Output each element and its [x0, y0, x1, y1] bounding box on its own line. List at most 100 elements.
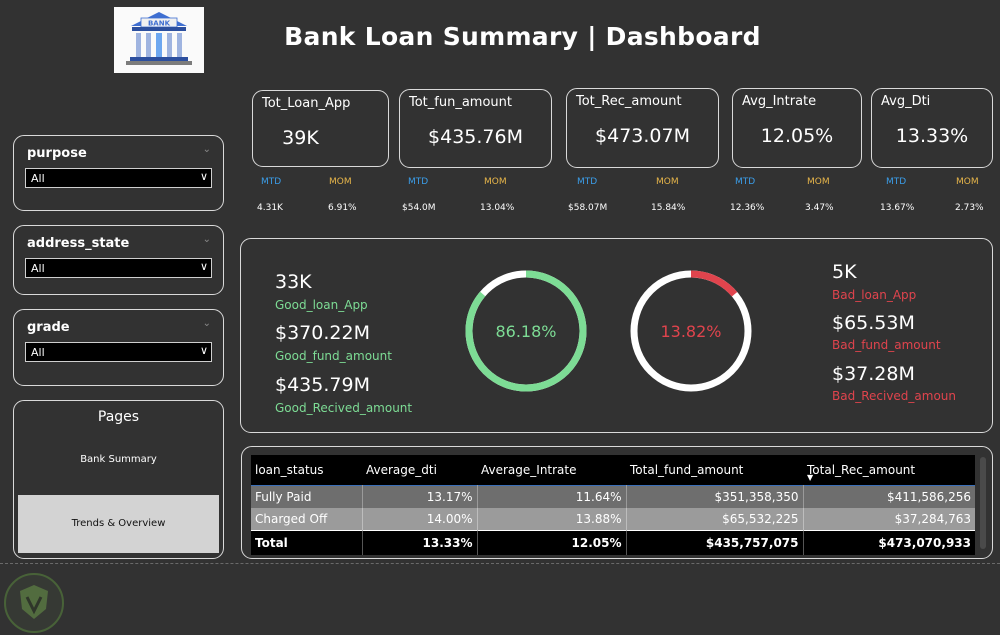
mom-value: 2.73%	[955, 203, 984, 213]
kpi-value: 12.05%	[760, 125, 834, 147]
table-total-cell: $435,757,075	[626, 530, 804, 555]
page-button-trends-overview[interactable]: Trends & Overview	[18, 495, 219, 553]
mtd-value: 13.67%	[880, 203, 915, 213]
slicer-label: address_state	[27, 236, 130, 251]
table-row[interactable]: Fully Paid 13.17% 11.64% $351,358,350 $4…	[251, 485, 975, 508]
column-header[interactable]: loan_status	[251, 455, 362, 486]
bank-logo: BANK	[114, 7, 204, 73]
page-button-bank-summary[interactable]: Bank Summary	[14, 454, 223, 465]
mtd-value: $58.07M	[568, 203, 608, 213]
grade-dropdown[interactable]: All ∨	[25, 342, 212, 362]
kpi-card-fund-amount[interactable]: Tot_fun_amount $435.76M	[399, 89, 552, 168]
table-cell: $351,358,350	[626, 485, 804, 508]
mom-label: MOM	[956, 177, 979, 187]
table-cell: $37,284,763	[894, 512, 971, 526]
bad-loan-app-value: 5K	[832, 261, 857, 283]
table-total-row: Total 13.33% 12.05% $435,757,075 $473,07…	[251, 530, 975, 555]
mom-value: 15.84%	[651, 203, 686, 213]
table-cell: Charged Off	[251, 508, 363, 531]
purpose-dropdown[interactable]: All ∨	[25, 168, 212, 188]
kpi-card-avg-dti[interactable]: Avg_Dti 13.33%	[871, 88, 993, 168]
pages-title: Pages	[97, 409, 140, 425]
column-header[interactable]: Total_Rec_amount ▼	[803, 455, 975, 486]
kpi-card-rec-amount[interactable]: Tot_Rec_amount $473.07M	[566, 88, 719, 168]
bad-fund-amount-value: $65.53M	[832, 312, 915, 334]
table-cell: $65,532,225	[626, 508, 804, 531]
dropdown-value: All	[31, 172, 45, 185]
good-loan-donut[interactable]: 86.18%	[461, 266, 591, 396]
loan-status-table: loan_status Average_dti Average_Intrate …	[251, 455, 975, 555]
good-received-amount-value: $435.79M	[275, 374, 370, 396]
page-title: Bank Loan Summary | Dashboard	[284, 22, 761, 51]
bank-icon: BANK	[126, 12, 192, 65]
mtd-label: MTD	[577, 177, 598, 187]
good-loan-app-label: Good_loan_App	[275, 298, 368, 312]
mtd-value: 12.36%	[730, 203, 765, 213]
good-bad-loan-panel: 33K Good_loan_App $370.22M Good_fund_amo…	[240, 238, 993, 433]
mom-label: MOM	[807, 177, 830, 187]
mtd-value: 4.31K	[257, 203, 283, 213]
bad-loan-percent: 13.82%	[660, 322, 721, 341]
bad-received-amount-label: Bad_Recived_amoun	[832, 389, 957, 403]
kpi-card-avg-intrate[interactable]: Avg_Intrate 12.05%	[732, 88, 862, 168]
chevron-down-icon[interactable]: ⌄	[203, 234, 211, 245]
table-cell: Fully Paid	[251, 485, 363, 508]
slicer-label: purpose	[27, 146, 87, 161]
watermark-shield-icon	[4, 573, 64, 633]
logo-text: BANK	[148, 20, 171, 28]
mom-label: MOM	[656, 177, 679, 187]
bad-loan-donut[interactable]: 13.82%	[626, 266, 756, 396]
loan-status-table-panel: loan_status Average_dti Average_Intrate …	[241, 446, 993, 559]
mtd-label: MTD	[886, 177, 907, 187]
kpi-label: Avg_Intrate	[742, 94, 817, 109]
table-header-row: loan_status Average_dti Average_Intrate …	[251, 455, 975, 486]
mom-value: 13.04%	[480, 203, 515, 213]
mtd-value: $54.0M	[402, 203, 436, 213]
table-total-cell: Total	[251, 530, 363, 555]
slicer-purpose[interactable]: purpose ⌄ All ∨	[13, 135, 224, 211]
pages-panel: Pages Bank Summary Trends & Overview	[13, 400, 224, 559]
kpi-label: Tot_Loan_App	[262, 96, 351, 111]
kpi-value: $435.76M	[428, 126, 523, 148]
good-loan-app-value: 33K	[275, 271, 312, 293]
chevron-down-icon[interactable]: ∨	[200, 344, 208, 357]
table-row[interactable]: Charged Off 14.00% 13.88% $65,532,225 $3…	[251, 508, 975, 531]
table-cell: 13.88%	[477, 508, 627, 531]
address-state-dropdown[interactable]: All ∨	[25, 258, 212, 278]
good-fund-amount-label: Good_fund_amount	[275, 349, 392, 363]
chevron-down-icon[interactable]: ⌄	[203, 144, 211, 155]
column-header[interactable]: Average_Intrate	[477, 455, 626, 486]
mom-value: 3.47%	[805, 203, 834, 213]
chevron-down-icon[interactable]: ∨	[200, 260, 208, 273]
kpi-label: Tot_fun_amount	[409, 95, 512, 110]
column-header[interactable]: Average_dti	[362, 455, 477, 486]
kpi-label: Tot_Rec_amount	[576, 94, 682, 109]
chevron-down-icon[interactable]: ∨	[200, 170, 208, 183]
table-cell: 13.17%	[362, 485, 478, 508]
table-cell: $411,586,256	[887, 490, 971, 504]
slicer-address-state[interactable]: address_state ⌄ All ∨	[13, 225, 224, 295]
column-header[interactable]: Total_fund_amount	[626, 455, 803, 486]
table-total-cell: 12.05%	[477, 530, 627, 555]
mtd-label: MTD	[735, 177, 756, 187]
table-cell: 11.64%	[477, 485, 627, 508]
slicer-grade[interactable]: grade ⌄ All ∨	[13, 309, 224, 386]
sort-descending-icon[interactable]: ▼	[807, 473, 813, 482]
kpi-value: $473.07M	[595, 125, 690, 147]
kpi-label: Avg_Dti	[881, 94, 931, 109]
mtd-label: MTD	[261, 177, 282, 187]
table-total-cell: 13.33%	[362, 530, 478, 555]
mom-label: MOM	[329, 177, 352, 187]
chevron-down-icon[interactable]: ⌄	[203, 318, 211, 329]
table-scrollbar[interactable]	[980, 457, 986, 549]
kpi-value: 13.33%	[895, 125, 969, 147]
kpi-card-loan-app[interactable]: Tot_Loan_App 39K	[252, 90, 389, 167]
good-fund-amount-value: $370.22M	[275, 322, 370, 344]
dropdown-value: All	[31, 262, 45, 275]
mtd-label: MTD	[408, 177, 429, 187]
column-header-label: Total_Rec_amount	[807, 463, 916, 477]
table-total-cell: $473,070,933	[878, 536, 971, 550]
bad-fund-amount-label: Bad_fund_amount	[832, 338, 941, 352]
kpi-value: 39K	[282, 127, 319, 149]
slicer-label: grade	[27, 320, 70, 335]
